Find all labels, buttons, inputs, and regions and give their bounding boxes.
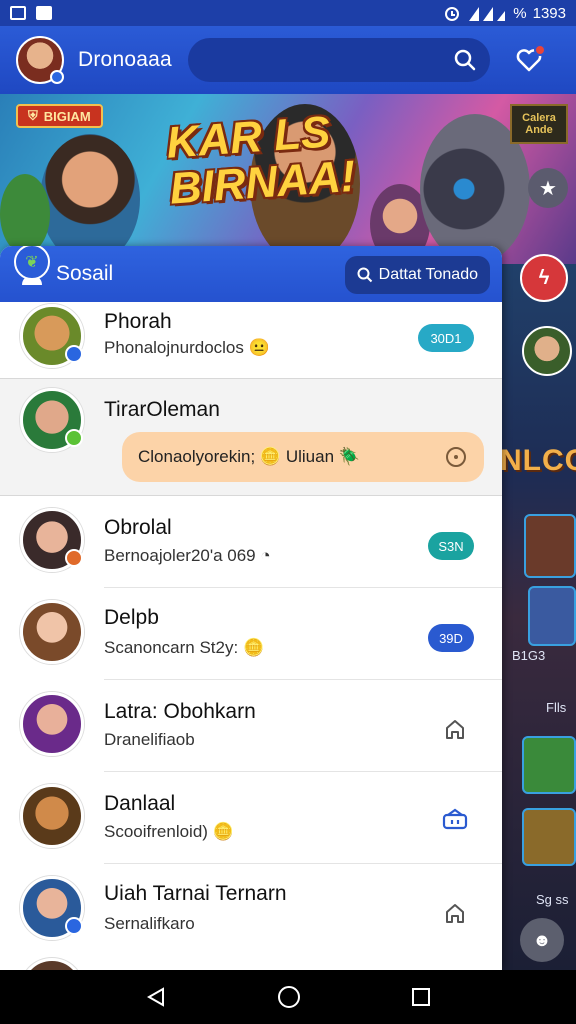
find-friends-button[interactable]: Dattat Tonado — [344, 256, 490, 294]
friend-status: Phonalojnurdoclos 😐 — [104, 338, 270, 357]
search-icon — [357, 267, 372, 283]
home-icon[interactable] — [277, 985, 301, 1009]
friend-avatar — [20, 784, 84, 848]
profile-avatar[interactable] — [16, 36, 64, 84]
friend-name: Uiah Tarnai Ternarn — [104, 882, 287, 905]
level-pill: 39D — [428, 624, 474, 652]
online-badge — [65, 917, 83, 935]
message-icon — [36, 6, 52, 20]
search-input[interactable] — [187, 51, 454, 69]
system-nav-bar — [0, 970, 576, 1024]
lightning-icon: ϟ — [538, 266, 550, 289]
list-item[interactable]: Uiah Tarnai Ternarn Sernalifkaro — [0, 864, 502, 956]
friend-name: Obrolal — [104, 516, 172, 539]
side-label: Sg ss — [536, 892, 569, 907]
list-item[interactable]: Delpb Scanoncarn St2y: 🪙 39D — [0, 588, 502, 680]
friend-name: Phorah — [104, 310, 172, 333]
friend-name: Latra: Obohkarn — [104, 700, 256, 723]
app-header: Dronoaaa — [0, 26, 576, 94]
back-icon[interactable] — [145, 986, 167, 1008]
list-item[interactable]: Phorah Phonalojnurdoclos 😐 30D1 — [0, 302, 502, 378]
banner-title: KAR LS BIRNAA! — [164, 107, 357, 214]
alarm-icon — [445, 7, 460, 21]
friend-list: Phorah Phonalojnurdoclos 😐 30D1 TirarOle… — [0, 302, 502, 970]
shield-icon: ⛨ — [28, 108, 38, 123]
list-item[interactable] — [0, 956, 502, 970]
favorites-button[interactable] — [512, 43, 546, 77]
battery-percent: % — [513, 4, 527, 22]
friend-avatar — [20, 876, 84, 940]
level-pill: S3N — [428, 532, 474, 560]
app-title: Dronoaaa — [78, 48, 172, 71]
friend-avatar — [20, 958, 84, 970]
list-item[interactable]: Obrolal Bernoajoler20'a 069 ◔ S3N — [0, 496, 502, 588]
side-game-card[interactable] — [524, 514, 576, 578]
clock: 1393 — [532, 4, 566, 22]
friend-avatar — [20, 600, 84, 664]
side-friend-avatar[interactable] — [522, 326, 572, 376]
house-icon[interactable] — [442, 716, 468, 742]
chat-bubble[interactable]: Clonaolyorekin; 🪙 Uliuan 🪲 — [122, 432, 484, 482]
friend-name: TirarOleman — [104, 398, 220, 421]
star-icon: ★ — [539, 177, 557, 200]
online-badge — [65, 429, 83, 447]
social-panel-header: Sosail Dattat Tonado — [0, 246, 502, 302]
side-game-card[interactable] — [522, 808, 576, 866]
side-label: Flls — [546, 700, 567, 715]
chat-fab[interactable]: ☻ — [520, 918, 564, 962]
online-badge — [50, 70, 64, 84]
promo-red-button[interactable]: ϟ — [520, 254, 568, 302]
person-icon: ☻ — [532, 929, 552, 950]
promo-banner[interactable]: ⛨ BIGIAM KAR LS BIRNAA! Calera Ande — [0, 94, 576, 264]
hero-character — [40, 134, 140, 264]
house-icon[interactable] — [442, 900, 468, 926]
clock-icon: ◔ — [260, 546, 271, 565]
options-icon[interactable] — [446, 447, 466, 467]
status-bar: % 1393 — [0, 0, 576, 26]
friend-status: Sernalifkaro — [104, 914, 195, 933]
gift-icon[interactable] — [442, 806, 468, 832]
online-badge — [65, 549, 83, 567]
favorite-star-button[interactable]: ★ — [528, 168, 568, 208]
side-game-card[interactable] — [528, 586, 576, 646]
side-label: B1G3 — [512, 648, 546, 663]
search-bar[interactable] — [187, 38, 490, 82]
social-panel: Sosail Dattat Tonado Phorah Phonalojnurd… — [0, 246, 502, 970]
social-title: Sosail — [56, 262, 114, 285]
list-item[interactable]: Danlaal Scooifrenloid) 🪙 — [0, 772, 502, 864]
signal-icon — [469, 7, 506, 21]
list-item[interactable]: Latra: Obohkarn Dranelifiaob — [0, 680, 502, 772]
friend-avatar — [20, 508, 84, 572]
side-game-card[interactable] — [522, 736, 576, 794]
friend-avatar — [20, 388, 84, 452]
friend-avatar — [20, 692, 84, 756]
search-icon[interactable] — [454, 49, 476, 71]
friend-status: Scooifrenloid) 🪙 — [104, 822, 234, 841]
gallery-icon — [10, 6, 26, 20]
friend-name: Delpb — [104, 606, 159, 629]
level-pill: 30D1 — [418, 324, 474, 352]
list-item[interactable]: TirarOleman Clonaolyorekin; 🪙 Uliuan 🪲 — [0, 378, 502, 496]
friend-avatar — [20, 304, 84, 368]
side-sign-text: NLCO — [500, 444, 576, 477]
banner-badge: ⛨ BIGIAM — [16, 104, 103, 128]
goblin-character — [0, 174, 50, 254]
online-badge — [65, 345, 83, 363]
friend-status: Scanoncarn St2y: 🪙 — [104, 638, 265, 657]
friend-status: Dranelifiaob — [104, 730, 195, 749]
notification-dot — [533, 44, 546, 56]
recents-icon[interactable] — [411, 987, 431, 1007]
friend-name: Danlaal — [104, 792, 176, 815]
friend-status: Bernoajoler20'a 069 ◔ — [104, 546, 271, 565]
game-logo: Calera Ande — [510, 104, 568, 144]
